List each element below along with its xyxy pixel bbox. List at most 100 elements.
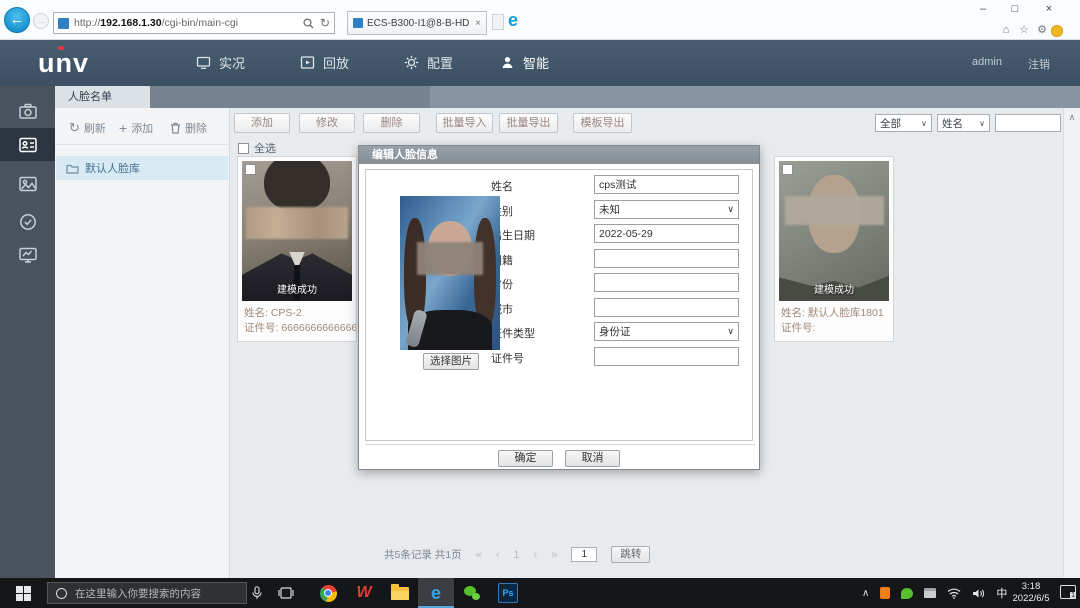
taskbar-clock[interactable]: 3:18 2022/6/5 (1005, 581, 1057, 605)
birthdate-input[interactable] (594, 224, 739, 243)
star-icon: ☆ (1019, 24, 1029, 36)
browser-tab[interactable]: ECS-B300-I1@8-B-HD × (347, 11, 487, 35)
library-refresh-button[interactable]: ↻ 刷新 (69, 120, 106, 136)
scope-select[interactable]: 全部 ∨ (875, 114, 932, 132)
tray-expand-icon[interactable]: ∧ (862, 588, 869, 599)
volume-icon[interactable] (972, 588, 985, 599)
taskbar-app-ie[interactable]: e (418, 578, 454, 608)
record-summary: 共5条记录 共1页 (384, 547, 462, 562)
rail-item-statistics[interactable] (0, 238, 55, 271)
taskbar-app-wps[interactable]: W (346, 578, 382, 608)
cancel-button[interactable]: 取消 (565, 450, 620, 467)
page-jump-button[interactable]: 跳转 (611, 546, 650, 563)
tab-face-list[interactable]: 人脸名单 (55, 86, 150, 108)
library-item-default[interactable]: 默认人脸库 (56, 156, 228, 180)
photo-icon (17, 173, 39, 195)
prev-page-icon[interactable]: ‹ (496, 549, 500, 561)
pagination-bar: 共5条记录 共1页 « ‹ 1 › » 跳转 (384, 546, 650, 563)
modify-button[interactable]: 修改 (299, 113, 355, 133)
taskbar-app-chrome[interactable] (310, 578, 346, 608)
taskbar-search-placeholder: 在这里输入你要搜索的内容 (75, 586, 201, 601)
library-delete-label: 删除 (185, 120, 207, 136)
last-page-icon[interactable]: » (551, 549, 557, 561)
select-all-checkbox[interactable] (238, 143, 249, 154)
scroll-up-icon[interactable]: ∧ (1069, 112, 1076, 122)
delete-button[interactable]: 删除 (363, 113, 420, 133)
first-page-icon[interactable]: « (476, 549, 482, 561)
settings-button[interactable]: ⚙ (1034, 23, 1050, 37)
next-page-icon[interactable]: › (534, 549, 538, 561)
gender-select-value: 未知 (599, 202, 620, 217)
ok-button[interactable]: 确定 (498, 450, 553, 467)
nav-item-playback[interactable]: 回放 (300, 53, 349, 72)
browser-back-button[interactable]: ← (4, 7, 30, 33)
new-tab-button[interactable] (492, 14, 504, 30)
notification-badge: 1 (1070, 592, 1076, 599)
taskbar-search-box[interactable]: 在这里输入你要搜索的内容 (47, 582, 247, 604)
card-checkbox[interactable] (782, 164, 793, 175)
city-input[interactable] (594, 298, 739, 317)
search-input[interactable] (995, 114, 1061, 132)
home-button[interactable]: ⌂ (998, 23, 1014, 37)
rail-item-face-list[interactable] (0, 128, 55, 161)
browser-forward-button[interactable]: → (33, 13, 49, 29)
name-input[interactable] (594, 175, 739, 194)
favorites-button[interactable]: ☆ (1016, 23, 1032, 37)
card-name: 姓名: 默认人脸库1801 (781, 306, 887, 321)
rail-item-snapshot[interactable] (0, 95, 55, 128)
nav-item-intelligence[interactable]: 智能 (500, 53, 549, 72)
field-select[interactable]: 姓名 ∨ (937, 114, 990, 132)
taskbar-app-wechat[interactable] (454, 578, 490, 608)
id-type-select[interactable]: 身份证 ∨ (594, 322, 739, 341)
add-button[interactable]: 添加 (234, 113, 290, 133)
face-card[interactable]: 建模成功 姓名: 默认人脸库1801 证件号: (774, 156, 894, 342)
rail-item-tasks[interactable] (0, 205, 55, 238)
taskbar-app-explorer[interactable] (382, 578, 418, 608)
nav-item-config[interactable]: 配置 (404, 53, 453, 72)
window-maximize-button[interactable]: □ (1002, 1, 1028, 17)
dialog-titlebar[interactable]: 编辑人脸信息 (359, 146, 759, 164)
window-minimize-button[interactable]: – (970, 1, 996, 17)
batch-import-button[interactable]: 批量导入 (436, 113, 493, 133)
vertical-scrollbar[interactable]: ∧ (1063, 108, 1080, 578)
playback-icon (300, 55, 315, 70)
page-jump-input[interactable] (571, 547, 597, 562)
library-add-button[interactable]: + 添加 (119, 120, 153, 136)
id-type-select-value: 身份证 (599, 324, 631, 339)
province-input[interactable] (594, 273, 739, 292)
action-center-icon[interactable]: 1 (1060, 585, 1076, 599)
rail-item-photos[interactable] (0, 167, 55, 200)
tray-window-icon[interactable] (924, 588, 936, 598)
microphone-icon[interactable] (252, 586, 262, 600)
window-close-button[interactable]: × (1036, 1, 1062, 17)
wifi-icon[interactable] (947, 588, 961, 599)
task-view-icon (278, 586, 294, 600)
dialog-portrait-photo (400, 196, 500, 350)
taskbar-app-photoshop[interactable]: Ps (490, 578, 526, 608)
camera-config-icon (17, 101, 39, 123)
feedback-smiley-icon[interactable] (1051, 25, 1063, 37)
search-icon[interactable] (303, 18, 314, 29)
task-view-button[interactable] (268, 578, 304, 608)
nationality-input[interactable] (594, 249, 739, 268)
refresh-icon[interactable]: ↻ (320, 16, 330, 30)
logout-link[interactable]: 注销 (1028, 56, 1050, 72)
nav-item-live[interactable]: 实况 (196, 53, 245, 72)
page-number[interactable]: 1 (513, 549, 519, 561)
batch-export-button[interactable]: 批量导出 (499, 113, 558, 133)
address-bar[interactable]: http://192.168.1.30/cgi-bin/main-cgi ↻ (53, 12, 335, 34)
id-number-input[interactable] (594, 347, 739, 366)
face-card[interactable]: 建模成功 姓名: CPS-2 证件号: 6666666666666... (237, 156, 357, 342)
module-rail (0, 86, 55, 578)
face-photo: 建模成功 (242, 161, 352, 301)
template-export-button[interactable]: 模板导出 (573, 113, 632, 133)
gender-select[interactable]: 未知 ∨ (594, 200, 739, 219)
intelligence-person-icon (500, 55, 515, 70)
choose-image-button[interactable]: 选择图片 (423, 353, 479, 370)
tray-wechat-icon[interactable] (901, 588, 913, 599)
card-checkbox[interactable] (245, 164, 256, 175)
tray-app-icon-orange[interactable] (880, 587, 890, 599)
tab-close-icon[interactable]: × (475, 18, 481, 29)
library-delete-button[interactable]: 删除 (170, 120, 207, 136)
start-button[interactable] (0, 578, 46, 608)
